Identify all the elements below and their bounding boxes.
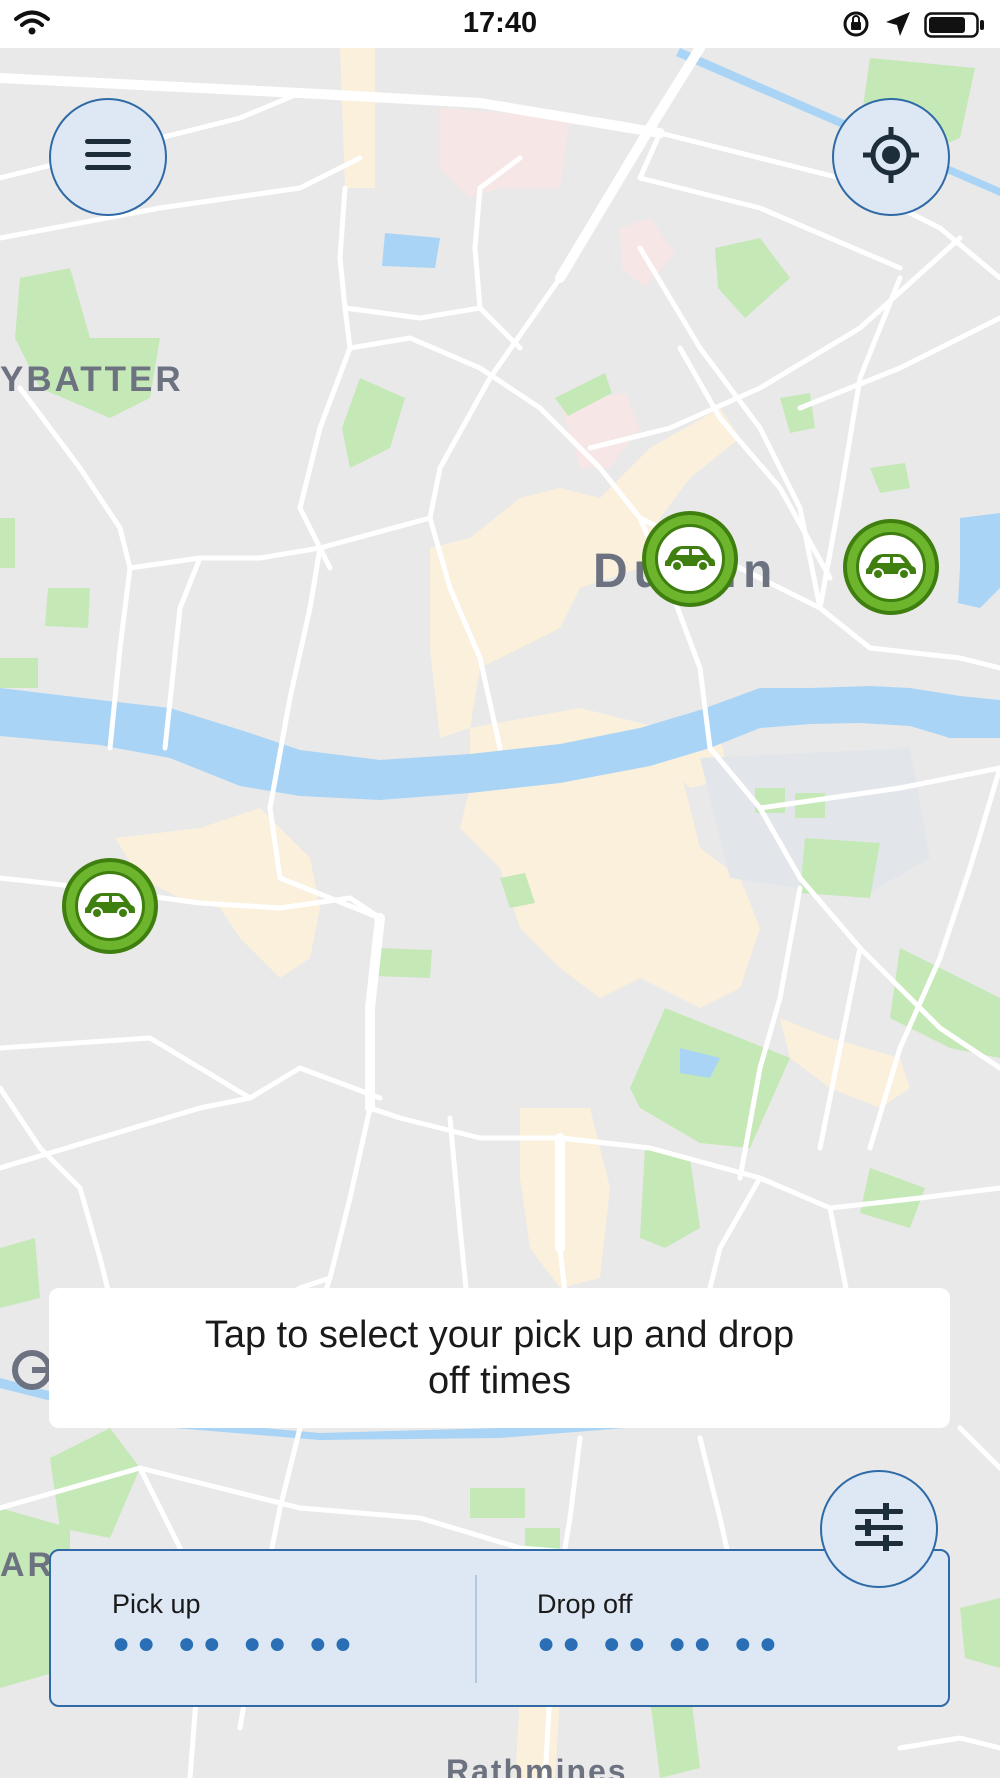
- status-bar: 17:40: [0, 0, 1000, 48]
- hamburger-menu-icon: [83, 135, 133, 180]
- map-label-edge-left: AR: [0, 1546, 56, 1584]
- time-selection-hint[interactable]: Tap to select your pick up and drop off …: [49, 1288, 950, 1428]
- dropoff-label: Drop off: [537, 1589, 633, 1619]
- car-icon: [83, 889, 137, 924]
- map-label-district-south: Rathmines: [446, 1753, 628, 1778]
- hint-text: Tap to select your pick up and drop off …: [204, 1314, 795, 1402]
- pickup-time-selector[interactable]: Pick up ●● ●● ●● ●●: [51, 1551, 475, 1705]
- car-marker[interactable]: [843, 519, 939, 615]
- car-marker[interactable]: [642, 511, 738, 607]
- pickup-time-value: ●● ●● ●● ●●: [112, 1627, 359, 1660]
- car-marker[interactable]: [62, 858, 158, 954]
- locate-me-button[interactable]: [832, 98, 950, 216]
- booking-time-panel: Pick up ●● ●● ●● ●● Drop off ●● ●● ●● ●●: [49, 1549, 950, 1707]
- pickup-label: Pick up: [112, 1589, 201, 1619]
- location-arrow-icon: [884, 10, 912, 43]
- rotation-lock-icon: [842, 10, 870, 43]
- sliders-filter-icon: [853, 1502, 905, 1556]
- map-label-district-west: YBATTER: [0, 360, 184, 399]
- battery-icon: [924, 12, 986, 43]
- car-icon: [864, 550, 918, 585]
- menu-button[interactable]: [49, 98, 167, 216]
- filter-button[interactable]: [820, 1470, 938, 1588]
- crosshair-location-icon: [861, 125, 921, 190]
- dropoff-time-value: ●● ●● ●● ●●: [537, 1627, 784, 1660]
- car-icon: [663, 542, 717, 577]
